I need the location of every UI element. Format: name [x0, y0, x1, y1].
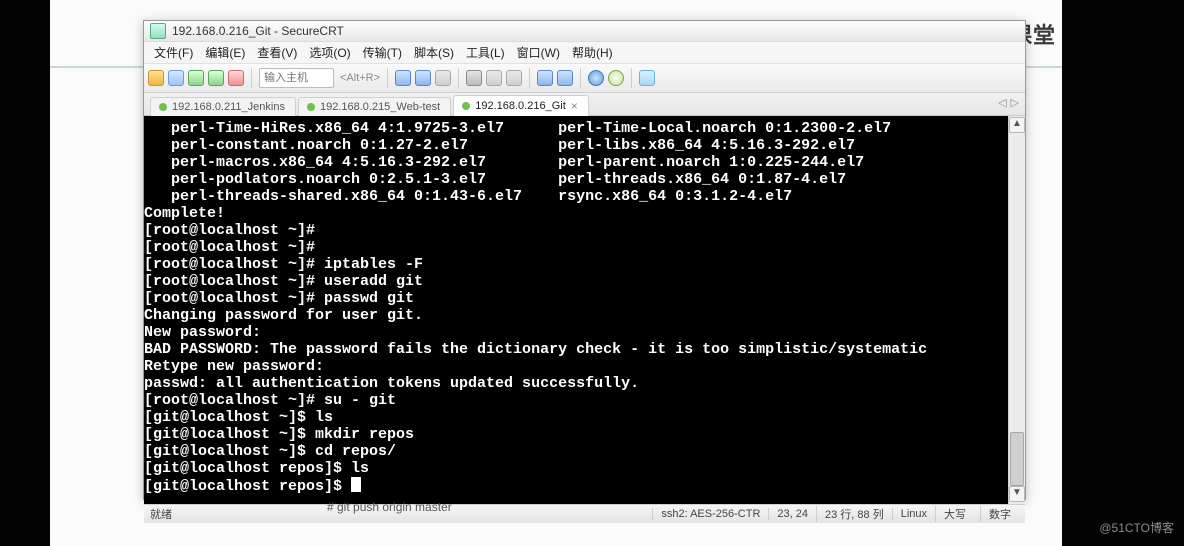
menu-script[interactable]: 脚本(S) — [410, 42, 458, 63]
terminal-scrollbar[interactable]: ▲ ▼ — [1008, 116, 1025, 504]
find-icon[interactable] — [435, 70, 451, 86]
slide-caption: # git push origin master — [327, 500, 452, 514]
terminal-line: [root@localhost ~]# — [144, 222, 1006, 239]
log-icon[interactable] — [506, 70, 522, 86]
menu-window[interactable]: 窗口(W) — [513, 42, 564, 63]
tab-git[interactable]: 192.168.0.216_Git × — [453, 95, 589, 116]
connect-icon[interactable] — [188, 70, 204, 86]
menu-edit[interactable]: 编辑(E) — [201, 42, 249, 63]
menu-options[interactable]: 选项(O) — [305, 42, 354, 63]
scroll-down-icon[interactable]: ▼ — [1009, 486, 1025, 502]
paste-icon[interactable] — [415, 70, 431, 86]
tab-nav: ◁ ▷ — [998, 96, 1019, 109]
help-icon[interactable] — [588, 70, 604, 86]
terminal-line: Changing password for user git. — [144, 307, 1006, 324]
status-cipher: ssh2: AES-256-CTR — [652, 508, 768, 520]
titlebar[interactable]: 192.168.0.216_Git - SecureCRT — [144, 21, 1025, 42]
terminal-line: [root@localhost ~]# iptables -F — [144, 256, 1006, 273]
window-title: 192.168.0.216_Git - SecureCRT — [172, 24, 344, 38]
status-caps: 大写 — [935, 506, 980, 522]
terminal-line: [git@localhost ~]$ cd repos/ — [144, 443, 1006, 460]
terminal-area: perl-Time-HiRes.x86_64 4:1.9725-3.el7 pe… — [144, 116, 1025, 504]
terminal-line: perl-constant.noarch 0:1.27-2.el7 perl-l… — [144, 137, 1006, 154]
terminal-line: [git@localhost repos]$ ls — [144, 460, 1006, 477]
toolbar-sep-4 — [529, 68, 530, 88]
terminal-line: [git@localhost ~]$ ls — [144, 409, 1006, 426]
menubar: 文件(F) 编辑(E) 查看(V) 选项(O) 传输(T) 脚本(S) 工具(L… — [144, 42, 1025, 64]
session-manager-icon[interactable] — [148, 70, 164, 86]
page-credit: @51CTO博客 — [1099, 519, 1174, 536]
quick-connect-icon[interactable] — [168, 70, 184, 86]
terminal-line: [root@localhost ~]# useradd git — [144, 273, 1006, 290]
tab-label: 192.168.0.211_Jenkins — [172, 101, 285, 113]
menu-file[interactable]: 文件(F) — [150, 42, 197, 63]
close-tab-icon[interactable]: × — [571, 99, 578, 113]
scroll-thumb[interactable] — [1010, 432, 1024, 486]
terminal-line: perl-threads-shared.x86_64 0:1.43-6.el7 … — [144, 188, 1006, 205]
menu-transfer[interactable]: 传输(T) — [359, 42, 406, 63]
terminal[interactable]: perl-Time-HiRes.x86_64 4:1.9725-3.el7 pe… — [144, 116, 1008, 504]
toolbar-sep-3 — [458, 68, 459, 88]
transfer-icon-2[interactable] — [557, 70, 573, 86]
reconnect-icon[interactable] — [208, 70, 224, 86]
status-ready: 就绪 — [150, 506, 172, 522]
status-dot-icon — [462, 102, 470, 110]
options-icon[interactable] — [486, 70, 502, 86]
status-size: 23 行, 88 列 — [816, 506, 892, 522]
tab-next-icon[interactable]: ▷ — [1011, 96, 1019, 109]
toolbar-sep-1 — [251, 68, 252, 88]
status-dot-icon — [307, 103, 315, 111]
toolbar-sep-6 — [631, 68, 632, 88]
terminal-line: [root@localhost ~]# passwd git — [144, 290, 1006, 307]
statusbar: 就绪 ssh2: AES-256-CTR 23, 24 23 行, 88 列 L… — [144, 504, 1025, 523]
app-icon — [150, 23, 166, 39]
terminal-line: [root@localhost ~]# su - git — [144, 392, 1006, 409]
scroll-up-icon[interactable]: ▲ — [1009, 117, 1025, 133]
securecrt-window: 192.168.0.216_Git - SecureCRT 文件(F) 编辑(E… — [143, 20, 1026, 500]
terminal-line: Retype new password: — [144, 358, 1006, 375]
about-icon[interactable] — [608, 70, 624, 86]
screenshot-icon[interactable] — [639, 70, 655, 86]
terminal-line: [git@localhost ~]$ mkdir repos — [144, 426, 1006, 443]
menu-help[interactable]: 帮助(H) — [568, 42, 617, 63]
print-icon[interactable] — [466, 70, 482, 86]
letterbox-right — [1062, 0, 1184, 546]
toolbar-sep-2 — [387, 68, 388, 88]
toolbar-sep-5 — [580, 68, 581, 88]
menu-view[interactable]: 查看(V) — [253, 42, 301, 63]
terminal-line: perl-Time-HiRes.x86_64 4:1.9725-3.el7 pe… — [144, 120, 1006, 137]
status-protocol: Linux — [892, 508, 935, 520]
session-tabstrip: 192.168.0.211_Jenkins 192.168.0.215_Web-… — [144, 93, 1025, 116]
terminal-cursor — [351, 477, 361, 492]
terminal-line: perl-macros.x86_64 4:5.16.3-292.el7 perl… — [144, 154, 1006, 171]
terminal-line: New password: — [144, 324, 1006, 341]
status-num: 数字 — [980, 506, 1019, 522]
status-cursor-pos: 23, 24 — [768, 508, 816, 520]
tab-jenkins[interactable]: 192.168.0.211_Jenkins — [150, 97, 296, 116]
terminal-line: passwd: all authentication tokens update… — [144, 375, 1006, 392]
menu-tools[interactable]: 工具(L) — [462, 42, 509, 63]
terminal-line: [root@localhost ~]# — [144, 239, 1006, 256]
letterbox-left — [0, 0, 50, 546]
host-shortcut-hint: <Alt+R> — [340, 72, 380, 84]
tab-prev-icon[interactable]: ◁ — [998, 96, 1006, 109]
terminal-line: [git@localhost repos]$ — [144, 477, 1006, 495]
transfer-icon-1[interactable] — [537, 70, 553, 86]
terminal-line: perl-podlators.noarch 0:2.5.1-3.el7 perl… — [144, 171, 1006, 188]
toolbar: <Alt+R> — [144, 64, 1025, 93]
terminal-line: BAD PASSWORD: The password fails the dic… — [144, 341, 1006, 358]
host-input[interactable] — [259, 68, 334, 88]
tab-web-test[interactable]: 192.168.0.215_Web-test — [298, 97, 451, 116]
disconnect-icon[interactable] — [228, 70, 244, 86]
tab-label: 192.168.0.215_Web-test — [320, 101, 440, 113]
copy-icon[interactable] — [395, 70, 411, 86]
terminal-line: Complete! — [144, 205, 1006, 222]
tab-label: 192.168.0.216_Git — [475, 100, 566, 112]
status-dot-icon — [159, 103, 167, 111]
